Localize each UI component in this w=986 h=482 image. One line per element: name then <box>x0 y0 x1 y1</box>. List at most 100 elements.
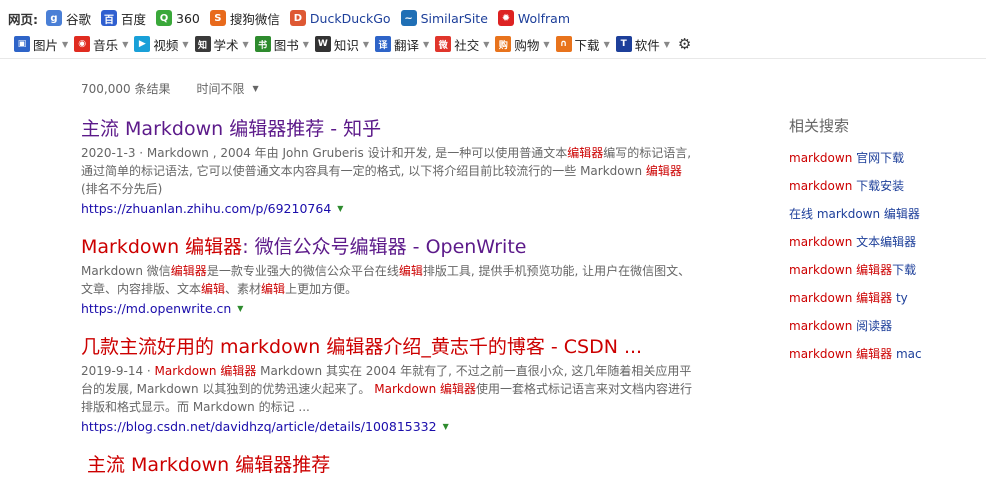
site-link-sogou[interactable]: S 搜狗微信 <box>209 9 280 28</box>
chevron-down-icon: ▼ <box>543 39 550 49</box>
result-url-link[interactable]: https://zhuanlan.zhihu.com/p/69210764 ▼ <box>81 200 701 218</box>
snippet-text: Markdown 微信 <box>81 264 171 278</box>
category-label: 图书 <box>273 37 299 53</box>
time-filter-label: 时间不限 <box>196 82 245 96</box>
related-highlight: markdown 编辑器 <box>789 263 893 277</box>
snippet-text: 2019-9-14 · <box>81 364 155 378</box>
result-title-link[interactable]: 主流 Markdown 编辑器推荐 <box>87 452 707 478</box>
result-title-link[interactable]: 几款主流好用的 markdown 编辑器介绍_黄志千的博客 - CSDN ... <box>81 334 701 360</box>
related-search-link[interactable]: markdown 文本编辑器 <box>789 228 979 256</box>
google-icon: g <box>46 10 62 26</box>
result-url-link[interactable]: https://blog.csdn.net/davidhzq/article/d… <box>81 418 701 436</box>
site-label: 360 <box>176 10 200 26</box>
category-download[interactable]: ∩ 下载 ▼ <box>555 35 610 54</box>
category-translate[interactable]: 译翻译 ▼ <box>375 35 429 54</box>
chevron-down-icon: ▼ <box>122 39 129 49</box>
chevron-down-icon[interactable]: ▼ <box>443 418 449 436</box>
result-url: https://md.openwrite.cn <box>81 301 232 316</box>
category-label: 音乐 <box>93 37 119 53</box>
related-search-link[interactable]: markdown 编辑器 ty <box>789 284 979 312</box>
related-heading: 相关搜索 <box>789 117 850 135</box>
snippet-text: 上更加方便。 <box>285 282 358 296</box>
related-search-link[interactable]: markdown 编辑器 mac <box>789 340 979 368</box>
chevron-down-icon[interactable]: ▼ <box>337 200 343 218</box>
related-search-link[interactable]: markdown 编辑器下载 <box>789 256 979 284</box>
video-icon: ▶ <box>134 36 151 52</box>
title-highlight: 编辑器 <box>326 336 384 358</box>
related-text: 下载安装 <box>856 179 905 193</box>
chevron-down-icon: ▼ <box>182 39 189 49</box>
snippet-highlight: Markdown 编辑器 <box>154 364 257 378</box>
chevron-down-icon: ▼ <box>302 39 309 49</box>
wolfram-icon: ✹ <box>497 10 514 26</box>
title-highlight: 编辑器 <box>185 236 243 258</box>
site-shortcuts-row: 网页: g 谷歌百百度 Q 360 S 搜狗微信 D DuckDuckGo ~ SimilarSi… <box>8 8 580 28</box>
wiki-icon: W <box>314 36 331 52</box>
snippet-text: 是一款专业强大的微信公众平台在线 <box>206 264 399 278</box>
chevron-down-icon: ▼ <box>483 39 490 49</box>
time-filter-dropdown[interactable]: 时间不限 ▼ <box>196 80 258 97</box>
chevron-down-icon: ▼ <box>242 39 249 49</box>
result-snippet: Markdown 微信编辑器是一款专业强大的微信公众平台在线编辑排版工具, 提供… <box>81 262 701 298</box>
category-software[interactable]: T 软件 ▼ <box>615 35 670 54</box>
category-label: 图片 <box>33 37 59 53</box>
title-text: 推荐 - 知乎 <box>286 118 382 140</box>
site-link-baidu[interactable]: 百百度 <box>101 9 146 28</box>
sogou-icon: S <box>209 10 226 26</box>
category-weibo[interactable]: 微社交 ▼ <box>435 35 489 54</box>
related-searches: 相关搜索 markdown 官网下载 markdown 下载安装 在线 markdo… <box>789 116 979 368</box>
related-search-link[interactable]: 在线 markdown 编辑器 <box>789 200 979 228</box>
related-text: 阅读器 <box>856 319 893 333</box>
site-link-duckduckgo[interactable]: D DuckDuckGo <box>289 10 391 26</box>
snippet-highlight: 编辑 <box>398 264 423 278</box>
site-link-360[interactable]: Q 360 <box>156 10 200 26</box>
book-icon: 书 <box>254 36 271 52</box>
baidu-icon: 百 <box>101 10 118 26</box>
result-url-link[interactable]: https://md.openwrite.cn ▼ <box>81 300 701 318</box>
snippet-highlight: 编辑器 <box>567 146 604 160</box>
title-text: : 微信公众号编辑器 - OpenWrite <box>242 236 527 258</box>
360-icon: Q <box>156 10 173 26</box>
category-image[interactable]: ▣ 图片 ▼ <box>14 35 68 54</box>
related-search-link[interactable]: markdown 下载安装 <box>789 172 979 200</box>
snippet-text: 、素材 <box>225 282 262 296</box>
site-link-similarsite[interactable]: ~ SimilarSite <box>400 10 488 26</box>
category-book[interactable]: 书图书 ▼ <box>254 35 309 54</box>
shopping-icon: 购 <box>495 36 512 52</box>
related-text: ty <box>892 291 908 305</box>
site-label: 搜狗微信 <box>229 11 280 27</box>
category-shopping[interactable]: 购购物 ▼ <box>495 35 550 54</box>
result-title-link[interactable]: Markdown 编辑器: 微信公众号编辑器 - OpenWrite <box>81 234 701 260</box>
title-highlight: 编辑器 <box>235 454 293 476</box>
result-title-link[interactable]: 主流 Markdown 编辑器推荐 - 知乎 <box>81 116 701 142</box>
category-row: ▣ 图片 ▼ ◉ 音乐 ▼ ▶ 视频 ▼ 知学术 ▼ 书图书 ▼ W 知识 ▼ 译翻译 ▼ 微社交 ▼ 购购物 ▼ ∩ 下载 ▼… <box>14 34 691 54</box>
chevron-down-icon[interactable]: ▼ <box>237 300 243 318</box>
category-video[interactable]: ▶ 视频 ▼ <box>134 35 189 54</box>
download-icon: ∩ <box>555 36 572 52</box>
category-label: 购物 <box>514 37 540 53</box>
chevron-down-icon: ▼ <box>663 39 670 49</box>
search-result: Markdown 编辑器: 微信公众号编辑器 - OpenWrite Markdo… <box>81 234 701 318</box>
related-search-link[interactable]: markdown 阅读器 <box>789 312 979 340</box>
search-result: 几款主流好用的 markdown 编辑器介绍_黄志千的博客 - CSDN ...… <box>81 334 701 436</box>
settings-gear-icon[interactable]: ⚙ <box>678 35 691 53</box>
related-text: 下载 <box>892 263 917 277</box>
related-text: 文本编辑器 <box>856 235 917 249</box>
category-scholar[interactable]: 知学术 ▼ <box>194 35 249 54</box>
related-highlight: markdown 编辑器 <box>789 347 893 361</box>
category-label: 翻译 <box>394 37 420 53</box>
chevron-down-icon: ▼ <box>362 39 370 49</box>
result-snippet: 2020-1-3 · Markdown , 2004 年由 John Grube… <box>81 144 701 198</box>
site-link-google[interactable]: g 谷歌 <box>46 9 91 28</box>
category-wiki[interactable]: W 知识 ▼ <box>314 35 370 54</box>
related-search-link[interactable]: markdown 官网下载 <box>789 144 979 172</box>
category-music[interactable]: ◉ 音乐 ▼ <box>74 35 128 54</box>
site-link-wolfram[interactable]: ✹ Wolfram <box>497 10 570 26</box>
translate-icon: 译 <box>375 36 392 52</box>
snippet-highlight: 编辑器 <box>645 164 682 178</box>
site-label: 百度 <box>121 11 147 27</box>
related-highlight: markdown <box>789 235 857 249</box>
search-result: 主流 Markdown 编辑器推荐 <box>87 452 707 478</box>
search-toolbar: 网页: g 谷歌百百度 Q 360 S 搜狗微信 D DuckDuckGo ~ SimilarSi… <box>0 0 986 59</box>
similarsite-icon: ~ <box>400 10 417 26</box>
